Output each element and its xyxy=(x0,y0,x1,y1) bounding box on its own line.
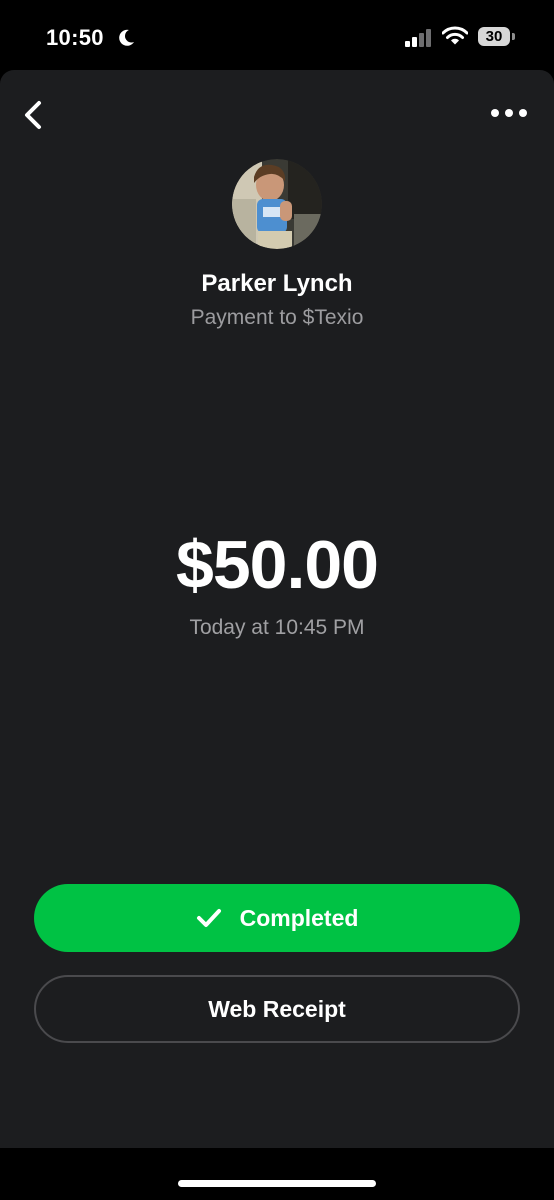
recipient-name: Parker Lynch xyxy=(201,270,353,297)
more-dots-icon xyxy=(491,109,527,117)
payment-date: Today at 10:45 PM xyxy=(189,616,365,639)
avatar xyxy=(232,159,322,249)
completed-label: Completed xyxy=(239,904,359,931)
home-indicator[interactable] xyxy=(178,1180,376,1187)
cellular-signal-icon xyxy=(405,29,431,47)
payment-amount: $50.00 xyxy=(176,527,379,603)
battery-icon: 30 xyxy=(478,27,510,46)
web-receipt-label: Web Receipt xyxy=(208,995,346,1022)
bottom-black-bezel xyxy=(0,1148,554,1200)
checkmark-icon xyxy=(196,909,221,927)
more-options-button[interactable] xyxy=(484,98,534,128)
status-time: 10:50 xyxy=(46,25,104,50)
payment-subtitle: Payment to $Texio xyxy=(190,306,364,329)
chevron-left-icon xyxy=(25,101,41,129)
web-receipt-button[interactable]: Web Receipt xyxy=(34,975,520,1043)
wifi-icon xyxy=(442,26,468,45)
completed-status-button[interactable]: Completed xyxy=(34,884,520,952)
moon-icon xyxy=(119,29,134,46)
back-button[interactable] xyxy=(14,95,54,135)
battery-cap xyxy=(512,33,515,40)
